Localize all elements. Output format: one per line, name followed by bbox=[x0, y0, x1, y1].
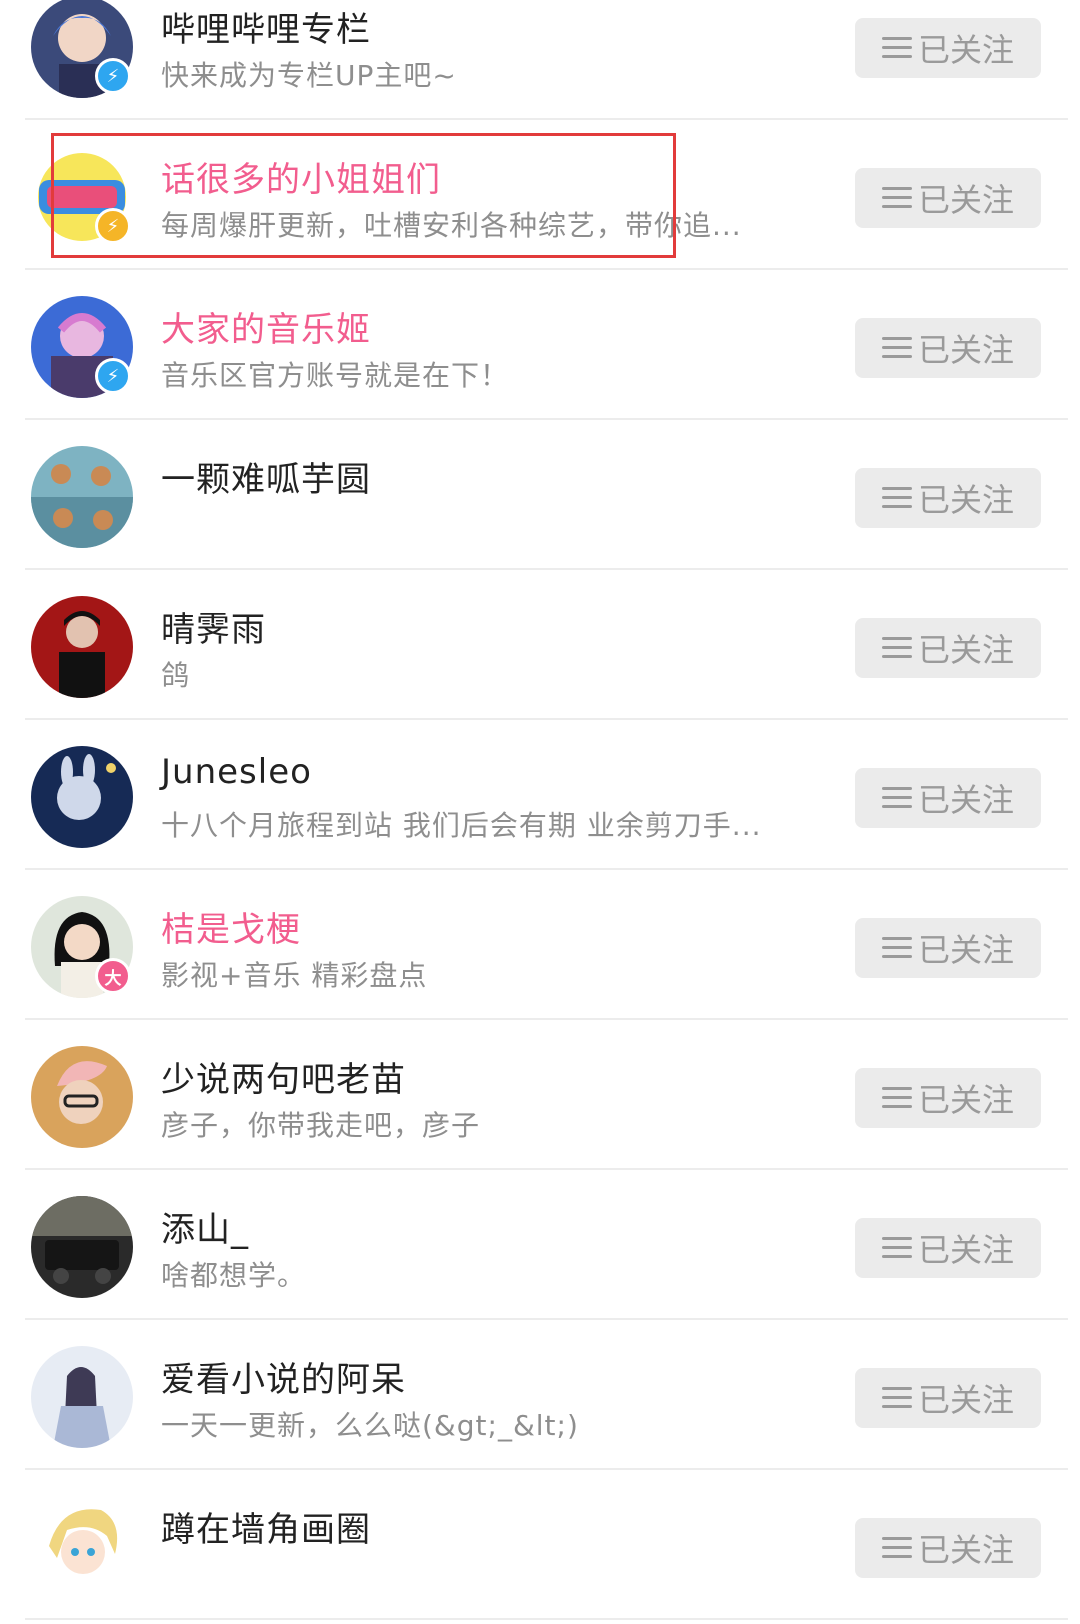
lightning-icon: ⚡ bbox=[95, 58, 131, 94]
user-name[interactable]: 话很多的小姐姐们 bbox=[161, 152, 441, 201]
list-item[interactable]: 晴霁雨 鸽 已关注 bbox=[0, 570, 1080, 720]
user-name[interactable]: 大家的音乐姬 bbox=[161, 302, 371, 351]
list-item[interactable]: Junesleo 十八个月旅程到站 我们后会有期 业余剪刀手... 已关注 bbox=[0, 720, 1080, 870]
button-label: 已关注 bbox=[917, 331, 1014, 369]
menu-icon bbox=[881, 786, 912, 810]
avatar[interactable] bbox=[31, 746, 133, 848]
user-description: 每周爆肝更新，吐槽安利各种综艺，带你追... bbox=[161, 209, 742, 242]
menu-icon bbox=[881, 1536, 912, 1560]
user-description: 一天一更新，么么哒(&gt;_&lt;) bbox=[161, 1409, 579, 1442]
menu-icon bbox=[881, 936, 912, 960]
avatar[interactable] bbox=[31, 1346, 133, 1448]
list-item[interactable]: ⚡ 话很多的小姐姐们 每周爆肝更新，吐槽安利各种综艺，带你追... 已关注 bbox=[0, 120, 1080, 270]
user-name[interactable]: 桔是戈梗 bbox=[161, 902, 301, 951]
user-description: 啥都想学。 bbox=[161, 1259, 307, 1292]
list-item[interactable]: 爱看小说的阿呆 一天一更新，么么哒(&gt;_&lt;) 已关注 bbox=[0, 1320, 1080, 1470]
list-item[interactable]: ⚡ 大家的音乐姬 音乐区官方账号就是在下！ 已关注 bbox=[0, 270, 1080, 420]
avatar[interactable] bbox=[31, 1046, 133, 1148]
user-name[interactable]: 少说两句吧老苗 bbox=[161, 1052, 406, 1101]
followed-button[interactable]: 已关注 bbox=[855, 168, 1041, 228]
followed-button[interactable]: 已关注 bbox=[855, 1068, 1041, 1128]
button-label: 已关注 bbox=[917, 1381, 1014, 1419]
following-list: ⚡ 哔哩哔哩专栏 快来成为专栏UP主吧~ 已关注 ⚡ 话很多的小姐姐们 每周爆肝… bbox=[0, 0, 1080, 1620]
menu-icon bbox=[881, 186, 912, 210]
followed-button[interactable]: 已关注 bbox=[855, 468, 1041, 528]
button-label: 已关注 bbox=[917, 31, 1014, 69]
followed-button[interactable]: 已关注 bbox=[855, 768, 1041, 828]
user-description: 鸽 bbox=[161, 659, 191, 692]
button-label: 已关注 bbox=[917, 1081, 1014, 1119]
list-item[interactable]: 蹲在墙角画圈 已关注 bbox=[0, 1470, 1080, 1620]
button-label: 已关注 bbox=[917, 181, 1014, 219]
user-name[interactable]: 哔哩哔哩专栏 bbox=[161, 2, 371, 51]
button-label: 已关注 bbox=[917, 1531, 1014, 1569]
menu-icon bbox=[881, 1086, 912, 1110]
menu-icon bbox=[881, 486, 912, 510]
avatar[interactable] bbox=[31, 446, 133, 548]
menu-icon bbox=[881, 1236, 912, 1260]
followed-button[interactable]: 已关注 bbox=[855, 1518, 1041, 1578]
menu-icon bbox=[881, 1386, 912, 1410]
user-name[interactable]: 晴霁雨 bbox=[161, 602, 266, 651]
user-description: 十八个月旅程到站 我们后会有期 业余剪刀手... bbox=[161, 809, 762, 842]
user-name[interactable]: 蹲在墙角画圈 bbox=[161, 1502, 371, 1551]
lightning-icon: ⚡ bbox=[95, 358, 131, 394]
button-label: 已关注 bbox=[917, 781, 1014, 819]
big-member-icon: 大 bbox=[95, 958, 131, 994]
user-description: 音乐区官方账号就是在下！ bbox=[161, 359, 510, 392]
user-description: 彦子，你带我走吧，彦子 bbox=[161, 1109, 481, 1142]
followed-button[interactable]: 已关注 bbox=[855, 1368, 1041, 1428]
button-label: 已关注 bbox=[917, 631, 1014, 669]
user-description: 影视+音乐 精彩盘点 bbox=[161, 959, 428, 992]
followed-button[interactable]: 已关注 bbox=[855, 318, 1041, 378]
button-label: 已关注 bbox=[917, 931, 1014, 969]
user-name[interactable]: 添山_ bbox=[161, 1202, 249, 1251]
menu-icon bbox=[881, 336, 912, 360]
followed-button[interactable]: 已关注 bbox=[855, 18, 1041, 78]
user-name[interactable]: 爱看小说的阿呆 bbox=[161, 1352, 406, 1401]
list-item[interactable]: 一颗难呱芋圆 已关注 bbox=[0, 420, 1080, 570]
lightning-icon: ⚡ bbox=[95, 208, 131, 244]
avatar[interactable] bbox=[31, 1196, 133, 1298]
list-item[interactable]: ⚡ 哔哩哔哩专栏 快来成为专栏UP主吧~ 已关注 bbox=[0, 0, 1080, 120]
user-description: 快来成为专栏UP主吧~ bbox=[161, 59, 457, 92]
avatar[interactable] bbox=[31, 1496, 133, 1598]
menu-icon bbox=[881, 36, 912, 60]
list-item[interactable]: 大 桔是戈梗 影视+音乐 精彩盘点 已关注 bbox=[0, 870, 1080, 1020]
list-item[interactable]: 添山_ 啥都想学。 已关注 bbox=[0, 1170, 1080, 1320]
followed-button[interactable]: 已关注 bbox=[855, 1218, 1041, 1278]
followed-button[interactable]: 已关注 bbox=[855, 918, 1041, 978]
followed-button[interactable]: 已关注 bbox=[855, 618, 1041, 678]
user-name[interactable]: 一颗难呱芋圆 bbox=[161, 452, 371, 501]
list-item[interactable]: 少说两句吧老苗 彦子，你带我走吧，彦子 已关注 bbox=[0, 1020, 1080, 1170]
user-name[interactable]: Junesleo bbox=[161, 752, 312, 792]
button-label: 已关注 bbox=[917, 1231, 1014, 1269]
button-label: 已关注 bbox=[917, 481, 1014, 519]
avatar[interactable] bbox=[31, 596, 133, 698]
menu-icon bbox=[881, 636, 912, 660]
